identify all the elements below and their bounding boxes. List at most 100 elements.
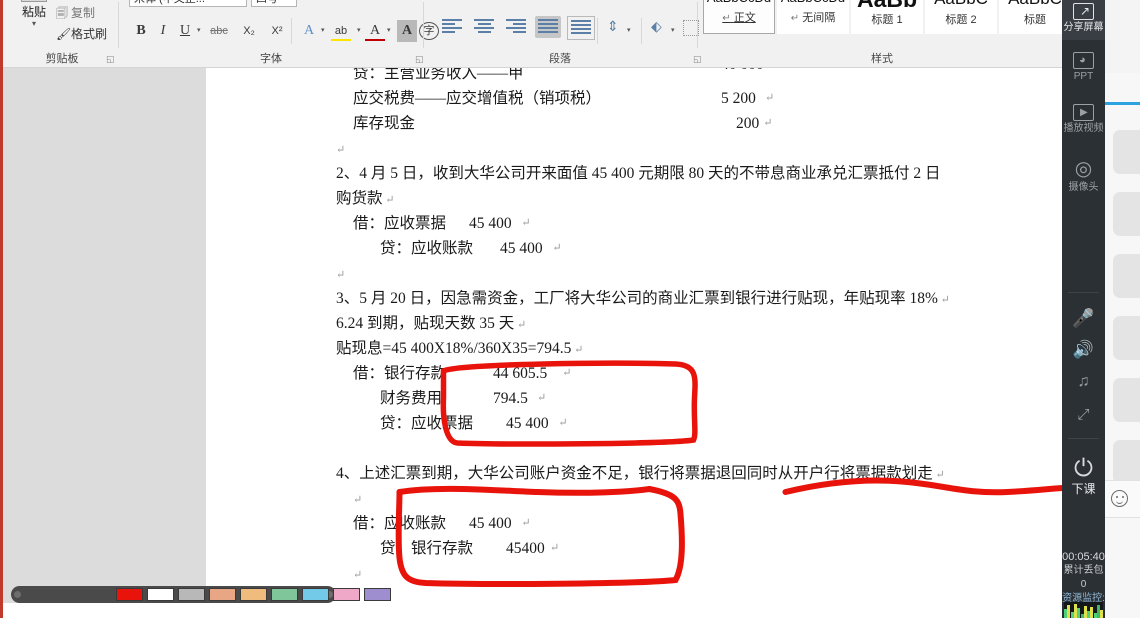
line-spacing-button[interactable]: ⇕ bbox=[607, 18, 619, 35]
chat-panel-header bbox=[1105, 0, 1140, 73]
sort-button[interactable]: ⌃ bbox=[617, 0, 628, 2]
paste-button[interactable]: 粘贴 ▾ bbox=[12, 0, 56, 28]
distribute-text-button[interactable] bbox=[567, 16, 595, 40]
font-size-input[interactable]: 四号 bbox=[251, 0, 297, 7]
shading-caret[interactable]: ▾ bbox=[671, 26, 675, 34]
annotation-color-palette[interactable] bbox=[11, 586, 391, 603]
fullscreen-button[interactable]: ⤢ bbox=[1062, 405, 1105, 425]
copy-icon: 🗐 bbox=[56, 6, 68, 20]
align-center-button[interactable] bbox=[471, 16, 497, 38]
ribbon-group-styles: AaBbCcDd ↵ 正文 AaBbCcDd ↵ 无间隔 AaBb 标题 1 A… bbox=[699, 0, 1062, 68]
doc-line: 贷：银行存款 45400 ↵ bbox=[336, 536, 1056, 561]
ribbon-divider-3 bbox=[697, 2, 698, 48]
screen-root: 粘贴 ▾ 🗐复制 🖌格式刷 剪贴板 ◱ 宋体 (中文正... 四号 B I bbox=[0, 0, 1140, 618]
end-class-button[interactable]: ⏻ 下课 bbox=[1062, 455, 1105, 496]
font-color-button[interactable]: A bbox=[365, 20, 385, 42]
power-end-icon: ⏻ bbox=[1074, 455, 1093, 482]
palette-swatch-1[interactable] bbox=[147, 588, 174, 601]
chat-message-bubble[interactable] bbox=[1113, 378, 1140, 422]
ribbon-group-clipboard: 粘贴 ▾ 🗐 复制 🖌格式刷 剪贴板 ◱ bbox=[6, 0, 118, 68]
rail-divider-2 bbox=[1068, 438, 1099, 439]
shading-button[interactable]: ⬖ bbox=[651, 18, 662, 35]
document-page[interactable]: 贷：主营业务收入——甲 40 000 ↵ 应交税费——应交增值税（销项税） 5 200… bbox=[206, 68, 1062, 603]
line-spacing-caret[interactable]: ▾ bbox=[627, 26, 631, 34]
share-screen-icon: ↗ bbox=[1073, 3, 1094, 20]
style-card-3[interactable]: AaBbC 标题 2 bbox=[925, 0, 997, 34]
format-painter-button[interactable]: 🖌格式刷 bbox=[56, 25, 107, 42]
palette-swatch-7[interactable] bbox=[333, 588, 360, 601]
font-dialog-launcher[interactable]: ◱ bbox=[415, 55, 425, 65]
share-screen-button[interactable]: ↗ 分享屏幕 bbox=[1062, 0, 1105, 40]
chat-message-bubble[interactable] bbox=[1113, 130, 1140, 174]
document-scroll-area[interactable]: 贷：主营业务收入——甲 40 000 ↵ 应交税费——应交增值税（销项税） 5 200… bbox=[3, 68, 1062, 603]
doc-line-amount: 794.5 bbox=[493, 390, 528, 407]
style-card-1[interactable]: AaBbCcDd ↵ 无间隔 bbox=[777, 0, 849, 34]
speaker-button[interactable]: 🔊 bbox=[1062, 340, 1105, 360]
strikethrough-button[interactable]: abc bbox=[209, 20, 229, 42]
doc-line-text: 借：银行存款 bbox=[353, 365, 447, 382]
copy-button[interactable]: 🗐 复制 bbox=[56, 4, 95, 25]
play-video-button[interactable]: ▶ 播放视频 bbox=[1062, 104, 1105, 135]
paragraph-mark: ↵ bbox=[521, 517, 531, 529]
underline-button[interactable]: U bbox=[175, 20, 195, 42]
paste-dropdown-caret[interactable]: ▾ bbox=[12, 20, 56, 28]
doc-line-amount: 40 000 bbox=[721, 68, 764, 77]
paragraph-mark: ↵ bbox=[336, 269, 346, 281]
text-effects-button[interactable]: A bbox=[299, 20, 319, 42]
doc-line: 借：应收票据 45 400 ↵ bbox=[336, 211, 1056, 236]
underline-dropdown-caret[interactable]: ▾ bbox=[197, 26, 201, 34]
chat-message-bubble[interactable] bbox=[1113, 440, 1140, 484]
text-effects-caret[interactable]: ▾ bbox=[321, 26, 325, 34]
webcam-button[interactable]: ◎ 摄像头 bbox=[1062, 158, 1105, 194]
highlight-caret[interactable]: ▾ bbox=[357, 26, 361, 34]
style-card-0[interactable]: AaBbCcDd ↵ 正文 bbox=[703, 0, 775, 34]
group-label-clipboard: 剪贴板 bbox=[45, 53, 79, 65]
ribbon-group-paragraph: 3 1 ⌃ ¶ bbox=[425, 0, 707, 68]
align-justify-button[interactable] bbox=[535, 16, 561, 38]
align-right-icon bbox=[506, 19, 526, 35]
palette-swatch-6[interactable] bbox=[302, 588, 329, 601]
document-body[interactable]: 贷：主营业务收入——甲 40 000 ↵ 应交税费——应交增值税（销项税） 5 200… bbox=[336, 68, 1056, 586]
bold-button[interactable]: B bbox=[131, 20, 151, 42]
paragraph-divider-2 bbox=[641, 18, 642, 44]
subscript-button[interactable]: X₂ bbox=[239, 20, 259, 42]
end-class-label: 下课 bbox=[1071, 482, 1096, 496]
music-button[interactable]: ♫ bbox=[1062, 372, 1105, 392]
palette-swatch-0[interactable] bbox=[116, 588, 143, 601]
doc-line bbox=[336, 436, 1056, 461]
palette-swatch-8[interactable] bbox=[364, 588, 391, 601]
clipboard-dialog-launcher[interactable]: ◱ bbox=[106, 55, 116, 65]
align-right-button[interactable] bbox=[503, 16, 529, 38]
chat-message-bubble[interactable] bbox=[1113, 192, 1140, 236]
ribbon-group-font: 宋体 (中文正... 四号 B I U ▾ abc X₂ X² A ▾ ab ▾… bbox=[121, 0, 439, 68]
word-window: 粘贴 ▾ 🗐复制 🖌格式刷 剪贴板 ◱ 宋体 (中文正... 四号 B I bbox=[0, 0, 1062, 618]
ppt-button[interactable]: ◕ PPT bbox=[1062, 52, 1105, 83]
speaker-icon: 🔊 bbox=[1072, 340, 1095, 359]
chat-message-bubble[interactable] bbox=[1113, 316, 1140, 360]
style-card-4[interactable]: AaBbC 标题 bbox=[999, 0, 1062, 34]
font-name-input[interactable]: 宋体 (中文正... bbox=[129, 0, 247, 7]
doc-line: ↵ bbox=[336, 261, 1056, 286]
session-status-block: 00:05:40 累计丢包 0 资源监控: bbox=[1062, 550, 1105, 606]
palette-swatch-3[interactable] bbox=[209, 588, 236, 601]
paragraph-divider bbox=[597, 18, 598, 44]
packet-loss-label: 累计丢包 bbox=[1063, 565, 1104, 576]
highlight-button[interactable]: ab bbox=[331, 20, 351, 42]
microphone-button[interactable]: 🎤 bbox=[1062, 308, 1105, 328]
align-left-button[interactable] bbox=[439, 16, 465, 38]
character-shading-button[interactable]: A bbox=[397, 20, 417, 42]
style-card-2[interactable]: AaBb 标题 1 bbox=[851, 0, 923, 34]
palette-swatch-2[interactable] bbox=[178, 588, 205, 601]
italic-button[interactable]: I bbox=[153, 20, 173, 42]
conference-tool-rail: ↗ 分享屏幕 ◕ PPT ▶ 播放视频 ◎ 摄像头 🎤 🔊 ♫ ⤢ ⏻ 下课 0… bbox=[1062, 0, 1105, 618]
doc-line: 库存现金 200 ↵ bbox=[336, 111, 1056, 136]
palette-handle-left[interactable] bbox=[14, 591, 21, 598]
group-label-styles: 样式 bbox=[871, 53, 893, 65]
emoji-smiley-icon[interactable] bbox=[1111, 490, 1128, 507]
paragraph-mark: ↵ bbox=[336, 144, 346, 156]
chat-message-bubble[interactable] bbox=[1113, 254, 1140, 298]
superscript-button[interactable]: X² bbox=[267, 20, 287, 42]
palette-swatch-5[interactable] bbox=[271, 588, 298, 601]
font-color-caret[interactable]: ▾ bbox=[387, 26, 391, 34]
palette-swatch-4[interactable] bbox=[240, 588, 267, 601]
